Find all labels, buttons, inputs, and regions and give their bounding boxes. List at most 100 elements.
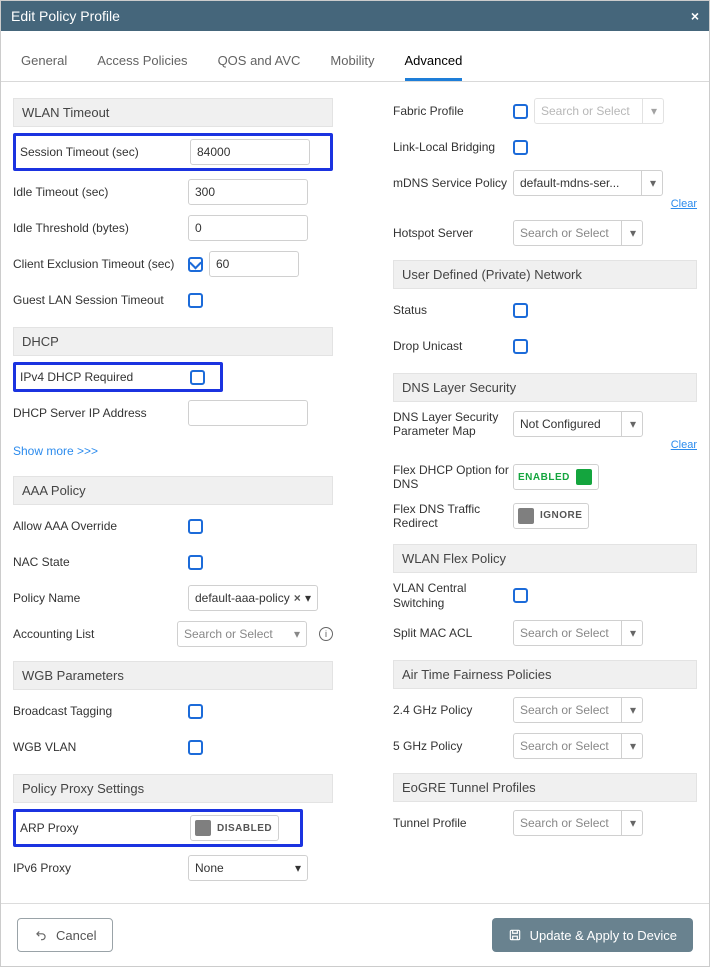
label-hotspot: Hotspot Server	[393, 226, 513, 240]
row-udn-status: Status	[393, 295, 697, 325]
section-wlan-timeout: WLAN Timeout	[13, 98, 333, 127]
p5-select[interactable]: Search or Select ▾	[513, 733, 643, 759]
chevron-down-icon: ▾	[642, 99, 657, 123]
drop-unicast-checkbox[interactable]	[513, 339, 528, 354]
row-accounting-list: Accounting List Search or Select ▾ i	[13, 619, 333, 649]
toggle-knob	[195, 820, 211, 836]
tunnel-profile-select[interactable]: Search or Select ▾	[513, 810, 643, 836]
chevron-down-icon: ▾	[621, 621, 636, 645]
idle-timeout-input[interactable]	[188, 179, 308, 205]
label-idle-timeout: Idle Timeout (sec)	[13, 185, 188, 199]
label-idle-threshold: Idle Threshold (bytes)	[13, 221, 188, 235]
tab-mobility[interactable]: Mobility	[330, 53, 374, 81]
dns-parameter-map-value: Not Configured	[520, 417, 601, 431]
p24-select[interactable]: Search or Select ▾	[513, 697, 643, 723]
dhcp-required-checkbox[interactable]	[190, 370, 205, 385]
flex-dhcp-state: ENABLED	[518, 472, 570, 483]
apply-button[interactable]: Update & Apply to Device	[492, 918, 693, 952]
row-tunnel-profile: Tunnel Profile Search or Select ▾	[393, 808, 697, 838]
ipv6-proxy-value: None	[195, 861, 224, 875]
tab-general[interactable]: General	[21, 53, 67, 81]
cancel-button[interactable]: Cancel	[17, 918, 113, 952]
fabric-profile-placeholder: Search or Select	[541, 104, 630, 118]
mdns-value: default-mdns-ser...	[520, 176, 619, 190]
dialog-title: Edit Policy Profile	[11, 8, 120, 24]
guest-lan-checkbox[interactable]	[188, 293, 203, 308]
policy-name-value: default-aaa-policy	[195, 591, 290, 605]
label-tunnel-profile: Tunnel Profile	[393, 816, 513, 830]
flex-redirect-toggle[interactable]: IGNORE	[513, 503, 589, 529]
row-mdns: mDNS Service Policy default-mdns-ser... …	[393, 168, 697, 198]
aaa-override-checkbox[interactable]	[188, 519, 203, 534]
edit-policy-profile-dialog: Edit Policy Profile × General Access Pol…	[0, 0, 710, 967]
flex-dhcp-toggle[interactable]: ENABLED	[513, 464, 599, 490]
fabric-profile-checkbox[interactable]	[513, 104, 528, 119]
mdns-select[interactable]: default-mdns-ser... ▾	[513, 170, 663, 196]
ipv6-proxy-select[interactable]: None ▾	[188, 855, 308, 881]
row-drop-unicast: Drop Unicast	[393, 331, 697, 361]
wgb-vlan-checkbox[interactable]	[188, 740, 203, 755]
row-wgb-vlan: WGB VLAN	[13, 732, 333, 762]
label-broadcast-tagging: Broadcast Tagging	[13, 704, 188, 718]
toggle-knob	[518, 508, 534, 524]
row-5ghz-policy: 5 GHz Policy Search or Select ▾	[393, 731, 697, 761]
label-client-exclusion: Client Exclusion Timeout (sec)	[13, 257, 188, 271]
label-24ghz-policy: 2.4 GHz Policy	[393, 703, 513, 717]
chevron-down-icon: ▾	[294, 627, 300, 641]
mdns-clear-link[interactable]: Clear	[671, 198, 697, 210]
chevron-down-icon: ▾	[621, 734, 636, 758]
link-local-checkbox[interactable]	[513, 140, 528, 155]
row-24ghz-policy: 2.4 GHz Policy Search or Select ▾	[393, 695, 697, 725]
label-policy-name: Policy Name	[13, 591, 188, 605]
row-broadcast-tagging: Broadcast Tagging	[13, 696, 333, 726]
dialog-footer: Cancel Update & Apply to Device	[1, 903, 709, 966]
policy-name-clear-x[interactable]: ×	[294, 591, 301, 605]
vlan-central-checkbox[interactable]	[513, 588, 528, 603]
dhcp-server-input[interactable]	[188, 400, 308, 426]
label-5ghz-policy: 5 GHz Policy	[393, 739, 513, 753]
row-vlan-central: VLAN Central Switching	[393, 579, 697, 612]
nac-state-checkbox[interactable]	[188, 555, 203, 570]
client-exclusion-input[interactable]	[209, 251, 299, 277]
hotspot-select[interactable]: Search or Select ▾	[513, 220, 643, 246]
label-udn-status: Status	[393, 303, 513, 317]
row-split-mac: Split MAC ACL Search or Select ▾	[393, 618, 697, 648]
show-more-link[interactable]: Show more >>>	[13, 434, 333, 464]
fabric-profile-select[interactable]: Search or Select ▾	[534, 98, 664, 124]
row-link-local: Link-Local Bridging	[393, 132, 697, 162]
split-mac-select[interactable]: Search or Select ▾	[513, 620, 643, 646]
close-icon[interactable]: ×	[691, 8, 699, 24]
row-flex-dhcp: Flex DHCP Option for DNS ENABLED	[393, 461, 697, 494]
label-fabric-profile: Fabric Profile	[393, 104, 513, 118]
tunnel-placeholder: Search or Select	[520, 816, 609, 830]
row-guest-lan: Guest LAN Session Timeout	[13, 285, 333, 315]
section-aaa: AAA Policy	[13, 476, 333, 505]
label-drop-unicast: Drop Unicast	[393, 339, 513, 353]
section-eogre: EoGRE Tunnel Profiles	[393, 773, 697, 802]
label-dns-parameter-map: DNS Layer Security Parameter Map	[393, 410, 513, 439]
hotspot-placeholder: Search or Select	[520, 226, 609, 240]
idle-threshold-input[interactable]	[188, 215, 308, 241]
info-icon[interactable]: i	[319, 627, 333, 641]
section-dns-security: DNS Layer Security	[393, 373, 697, 402]
label-split-mac: Split MAC ACL	[393, 626, 513, 640]
dns-parameter-map-select[interactable]: Not Configured ▾	[513, 411, 643, 437]
udn-status-checkbox[interactable]	[513, 303, 528, 318]
label-session-timeout: Session Timeout (sec)	[20, 145, 190, 159]
left-column: WLAN Timeout Session Timeout (sec) Idle …	[13, 92, 333, 883]
arp-proxy-toggle[interactable]: DISABLED	[190, 815, 279, 841]
tab-access[interactable]: Access Policies	[97, 53, 187, 81]
accounting-list-select[interactable]: Search or Select ▾	[177, 621, 307, 647]
client-exclusion-checkbox[interactable]	[188, 257, 203, 272]
row-dns-parameter-map: DNS Layer Security Parameter Map Not Con…	[393, 408, 697, 441]
label-flex-dhcp: Flex DHCP Option for DNS	[393, 463, 513, 492]
tab-advanced[interactable]: Advanced	[405, 53, 463, 81]
label-accounting-list: Accounting List	[13, 627, 177, 641]
label-link-local: Link-Local Bridging	[393, 140, 513, 154]
broadcast-tagging-checkbox[interactable]	[188, 704, 203, 719]
tab-qos[interactable]: QOS and AVC	[218, 53, 301, 81]
row-dhcp-required: IPv4 DHCP Required	[13, 362, 223, 392]
policy-name-select[interactable]: default-aaa-policy× ▾	[188, 585, 318, 611]
session-timeout-input[interactable]	[190, 139, 310, 165]
dns-parameter-map-clear-link[interactable]: Clear	[671, 439, 697, 451]
